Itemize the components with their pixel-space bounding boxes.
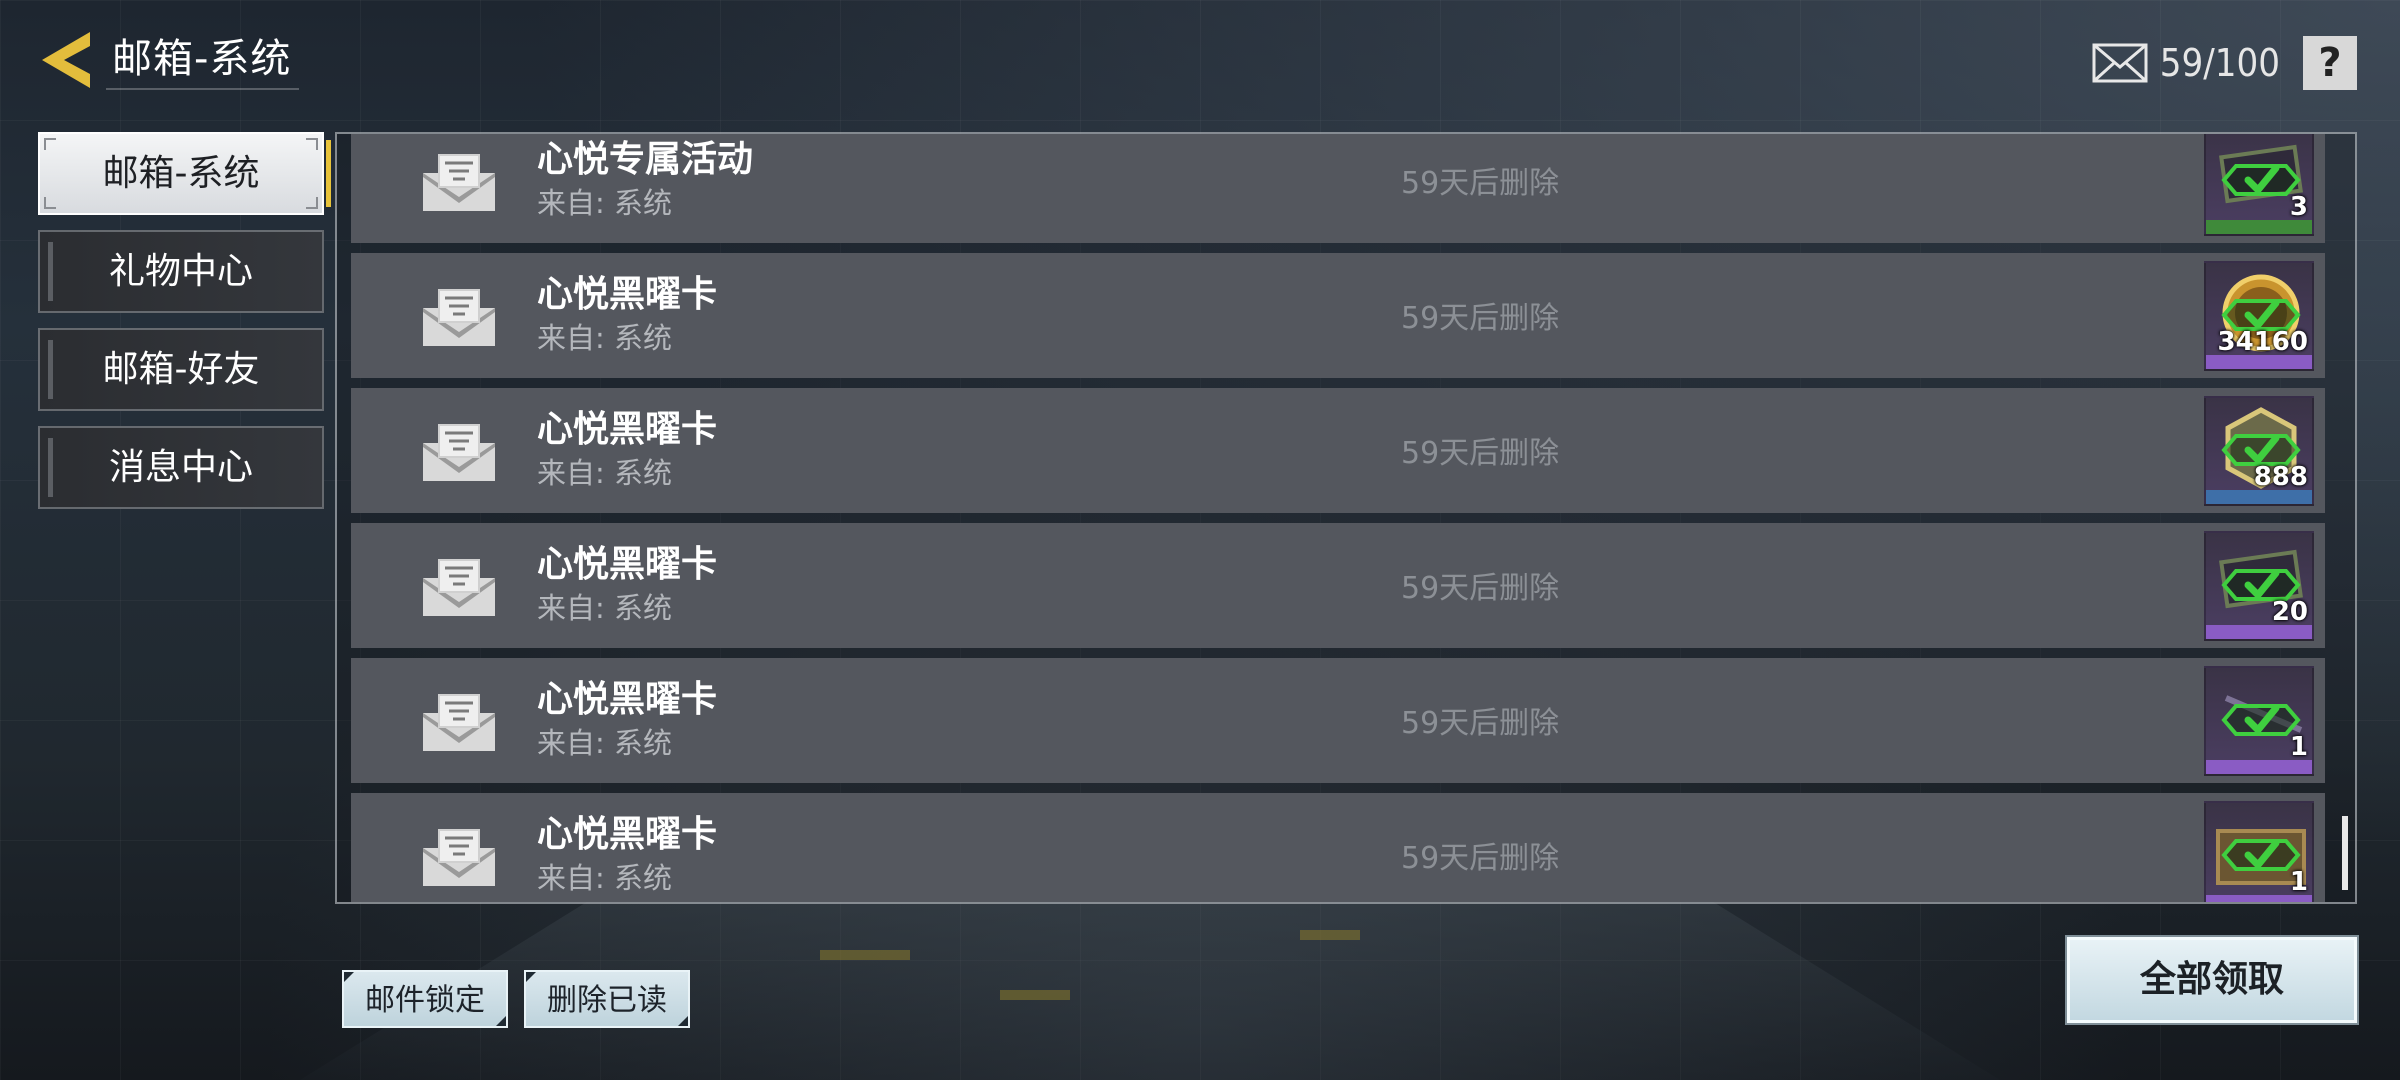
mail-title: 心悦专属活动: [537, 139, 754, 180]
lock-mail-label: 邮件锁定: [365, 983, 485, 1018]
claim-all-button[interactable]: 全部领取: [2067, 937, 2357, 1023]
mail-sender: 来自: 系统: [537, 321, 672, 355]
mail-sender: 来自: 系统: [537, 456, 672, 490]
mail-expire-time: 59天后删除: [1401, 166, 1560, 201]
sidebar-item-system-mail[interactable]: 邮箱-系统: [38, 132, 331, 215]
mail-row[interactable]: 心悦黑曜卡来自: 系统 59天后删除 1: [351, 658, 2325, 783]
mail-row[interactable]: 心悦黑曜卡来自: 系统 59天后删除 34160: [351, 253, 2325, 378]
mail-sender: 来自: 系统: [537, 726, 672, 760]
mail-title: 心悦黑曜卡: [537, 814, 718, 855]
mail-expire-time: 59天后删除: [1401, 706, 1560, 741]
mail-title: 心悦黑曜卡: [537, 409, 718, 450]
corner-mark: [44, 138, 56, 150]
corner-mark: [344, 972, 354, 982]
mail-count: 59/100: [2159, 41, 2280, 85]
reward-quantity: 20: [2271, 597, 2308, 627]
sidebar-item-label: 邮箱-系统: [102, 153, 260, 194]
rarity-bar: [2206, 625, 2312, 639]
mail-row[interactable]: 心悦黑曜卡来自: 系统 59天后删除 20: [351, 523, 2325, 648]
mail-title: 心悦黑曜卡: [537, 274, 718, 315]
rarity-bar: [2206, 490, 2312, 504]
mail-row[interactable]: 心悦专属活动来自: 系统 59天后删除 3: [351, 134, 2325, 243]
reward-item[interactable]: 3: [2204, 134, 2314, 236]
envelope-icon: [423, 694, 495, 751]
envelope-icon: [423, 154, 495, 211]
reward-item[interactable]: 888: [2204, 396, 2314, 506]
mail-list: 心悦专属活动 来自: 系统 59天后删除 3 心悦黑曜卡 来自: 系统 59天后删除 3416…: [351, 134, 2325, 902]
floor-stripe: [1300, 930, 1360, 940]
mail-row[interactable]: 心悦黑曜卡来自: 系统 59天后删除 1: [351, 793, 2325, 902]
mail-icon: [2092, 43, 2148, 83]
sidebar-item-friend-mail[interactable]: 邮箱-好友: [38, 328, 324, 411]
mail-sender: 来自: 系统: [537, 591, 672, 625]
envelope-icon: [423, 424, 495, 481]
floor-stripe: [820, 950, 910, 960]
corner-mark: [306, 197, 318, 209]
floor-stripe: [1000, 990, 1070, 1000]
back-button[interactable]: [38, 28, 98, 92]
page-title: 邮箱-系统: [106, 28, 300, 90]
help-button[interactable]: ?: [2303, 36, 2357, 90]
reward-quantity: 888: [2253, 462, 2308, 492]
reward-item[interactable]: 20: [2204, 531, 2314, 641]
mail-sender: 来自: 系统: [537, 861, 672, 895]
reward-item[interactable]: 34160: [2204, 261, 2314, 371]
sidebar: 邮箱-系统 礼物中心 邮箱-好友 消息中心: [38, 132, 331, 524]
rarity-bar: [2206, 760, 2312, 774]
reward-item[interactable]: 1: [2204, 801, 2314, 902]
mail-title: 心悦黑曜卡: [537, 679, 718, 720]
envelope-icon: [423, 829, 495, 886]
reward-item[interactable]: 1: [2204, 666, 2314, 776]
reward-quantity: 3: [2289, 192, 2308, 222]
delete-read-label: 删除已读: [547, 983, 667, 1018]
corner-mark: [496, 1016, 506, 1026]
rarity-bar: [2206, 220, 2312, 234]
sidebar-item-message-center[interactable]: 消息中心: [38, 426, 324, 509]
reward-quantity: 1: [2289, 867, 2308, 897]
mail-title: 心悦黑曜卡: [537, 544, 718, 585]
back-arrow-icon: [42, 32, 90, 88]
corner-mark: [526, 972, 536, 982]
corner-mark: [44, 197, 56, 209]
mail-capacity: 59/100: [2092, 38, 2280, 88]
reward-quantity: 1: [2289, 732, 2308, 762]
mail-sender: 来自: 系统: [537, 186, 672, 220]
rarity-bar: [2206, 355, 2312, 369]
sidebar-item-label: 礼物中心: [108, 251, 253, 292]
sidebar-item-label: 邮箱-好友: [102, 349, 260, 390]
envelope-icon: [423, 289, 495, 346]
corner-mark: [678, 1016, 688, 1026]
mail-expire-time: 59天后删除: [1401, 301, 1560, 336]
mail-expire-time: 59天后删除: [1401, 841, 1560, 876]
lock-mail-button[interactable]: 邮件锁定: [342, 970, 508, 1028]
delete-read-button[interactable]: 删除已读: [524, 970, 690, 1028]
scrollbar[interactable]: [2342, 816, 2348, 890]
mail-expire-time: 59天后删除: [1401, 571, 1560, 606]
mail-row[interactable]: 心悦黑曜卡来自: 系统 59天后删除 888: [351, 388, 2325, 513]
sidebar-item-label: 消息中心: [108, 447, 253, 488]
mail-expire-time: 59天后删除: [1401, 436, 1560, 471]
envelope-icon: [423, 559, 495, 616]
mail-list-panel[interactable]: 心悦专属活动 来自: 系统 59天后删除 3 心悦黑曜卡 来自: 系统 59天后删除 3416…: [335, 132, 2357, 904]
corner-mark: [306, 138, 318, 150]
sidebar-item-gift-center[interactable]: 礼物中心: [38, 230, 324, 313]
reward-quantity: 34160: [2217, 327, 2308, 357]
